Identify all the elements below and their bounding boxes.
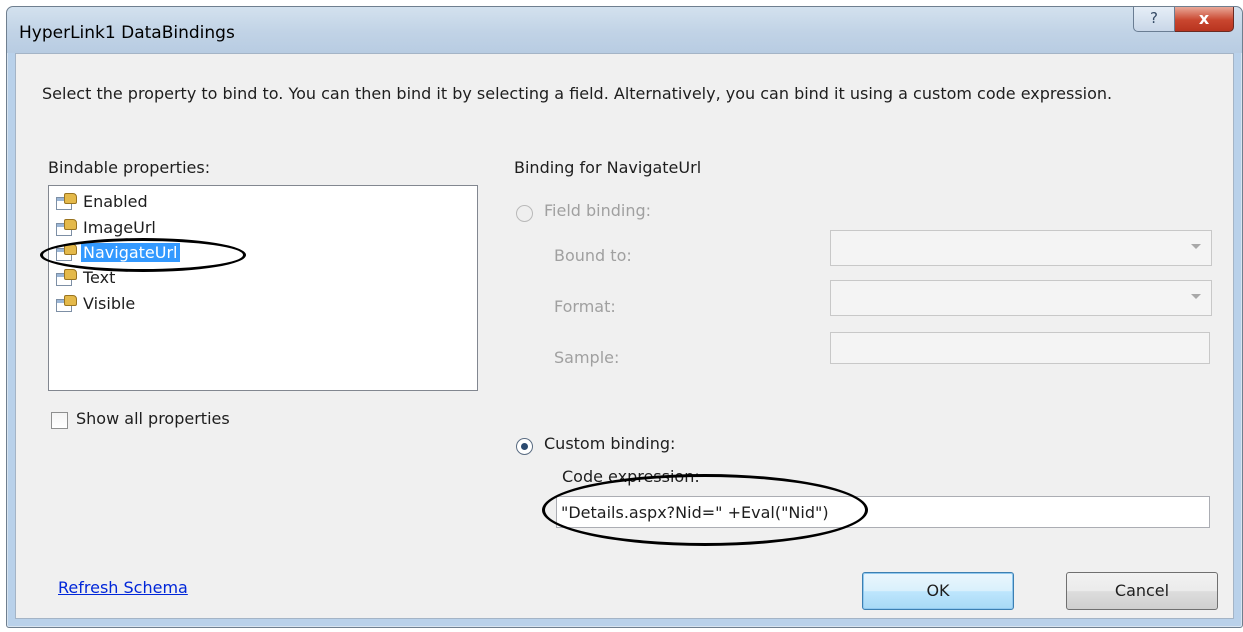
ok-button[interactable]: OK [862, 572, 1014, 610]
property-icon [55, 218, 77, 236]
list-item-imageurl[interactable]: ImageUrl [55, 216, 158, 238]
property-icon [55, 192, 77, 210]
bound-to-label: Bound to: [554, 246, 632, 265]
field-binding-label: Field binding: [544, 201, 652, 220]
list-item-enabled[interactable]: Enabled [55, 190, 150, 212]
binding-heading: Binding for NavigateUrl [514, 158, 702, 177]
code-expression-input[interactable]: "Details.aspx?Nid=" +Eval("Nid") [556, 496, 1210, 528]
custom-binding-radio[interactable] [516, 438, 533, 455]
custom-binding-label: Custom binding: [544, 434, 676, 453]
sample-label: Sample: [554, 348, 620, 367]
cancel-button[interactable]: Cancel [1066, 572, 1218, 610]
property-icon [55, 294, 77, 312]
dialog-body: Select the property to bind to. You can … [15, 53, 1234, 619]
list-item-navigateurl[interactable]: NavigateUrl [55, 241, 180, 263]
help-button[interactable]: ? [1133, 7, 1175, 32]
format-label: Format: [554, 297, 616, 316]
close-icon: x [1198, 9, 1210, 28]
bindable-properties-label: Bindable properties: [48, 158, 211, 177]
list-item-text[interactable]: Text [55, 266, 117, 288]
list-item-label: Enabled [83, 191, 148, 211]
list-item-label: NavigateUrl [81, 242, 180, 262]
instructions-text: Select the property to bind to. You can … [42, 84, 1113, 103]
close-button[interactable]: x [1175, 7, 1234, 32]
databindings-dialog: HyperLink1 DataBindings ? x Select the p… [6, 6, 1243, 628]
sample-field [830, 332, 1210, 364]
refresh-schema-link[interactable]: Refresh Schema [58, 578, 188, 597]
window-title: HyperLink1 DataBindings [19, 23, 235, 43]
code-expression-label: Code expression: [562, 467, 700, 486]
show-all-properties-checkbox[interactable] [51, 412, 68, 429]
chevron-down-icon [1191, 294, 1201, 299]
field-binding-radio[interactable] [516, 205, 533, 222]
list-item-label: ImageUrl [83, 217, 156, 237]
list-item-label: Text [83, 267, 116, 287]
bound-to-dropdown[interactable] [830, 230, 1212, 266]
property-icon [55, 243, 77, 261]
bindable-properties-list[interactable]: Enabled ImageUrl NavigateUrl Text Visibl… [48, 185, 478, 391]
chevron-down-icon [1191, 244, 1201, 249]
format-dropdown[interactable] [830, 280, 1212, 316]
property-icon [55, 268, 77, 286]
title-bar[interactable]: HyperLink1 DataBindings ? x [7, 7, 1242, 53]
list-item-visible[interactable]: Visible [55, 292, 137, 314]
show-all-properties-label: Show all properties [76, 409, 230, 428]
list-item-label: Visible [83, 293, 136, 313]
caption-buttons: ? x [1133, 7, 1234, 33]
help-icon: ? [1150, 9, 1158, 27]
